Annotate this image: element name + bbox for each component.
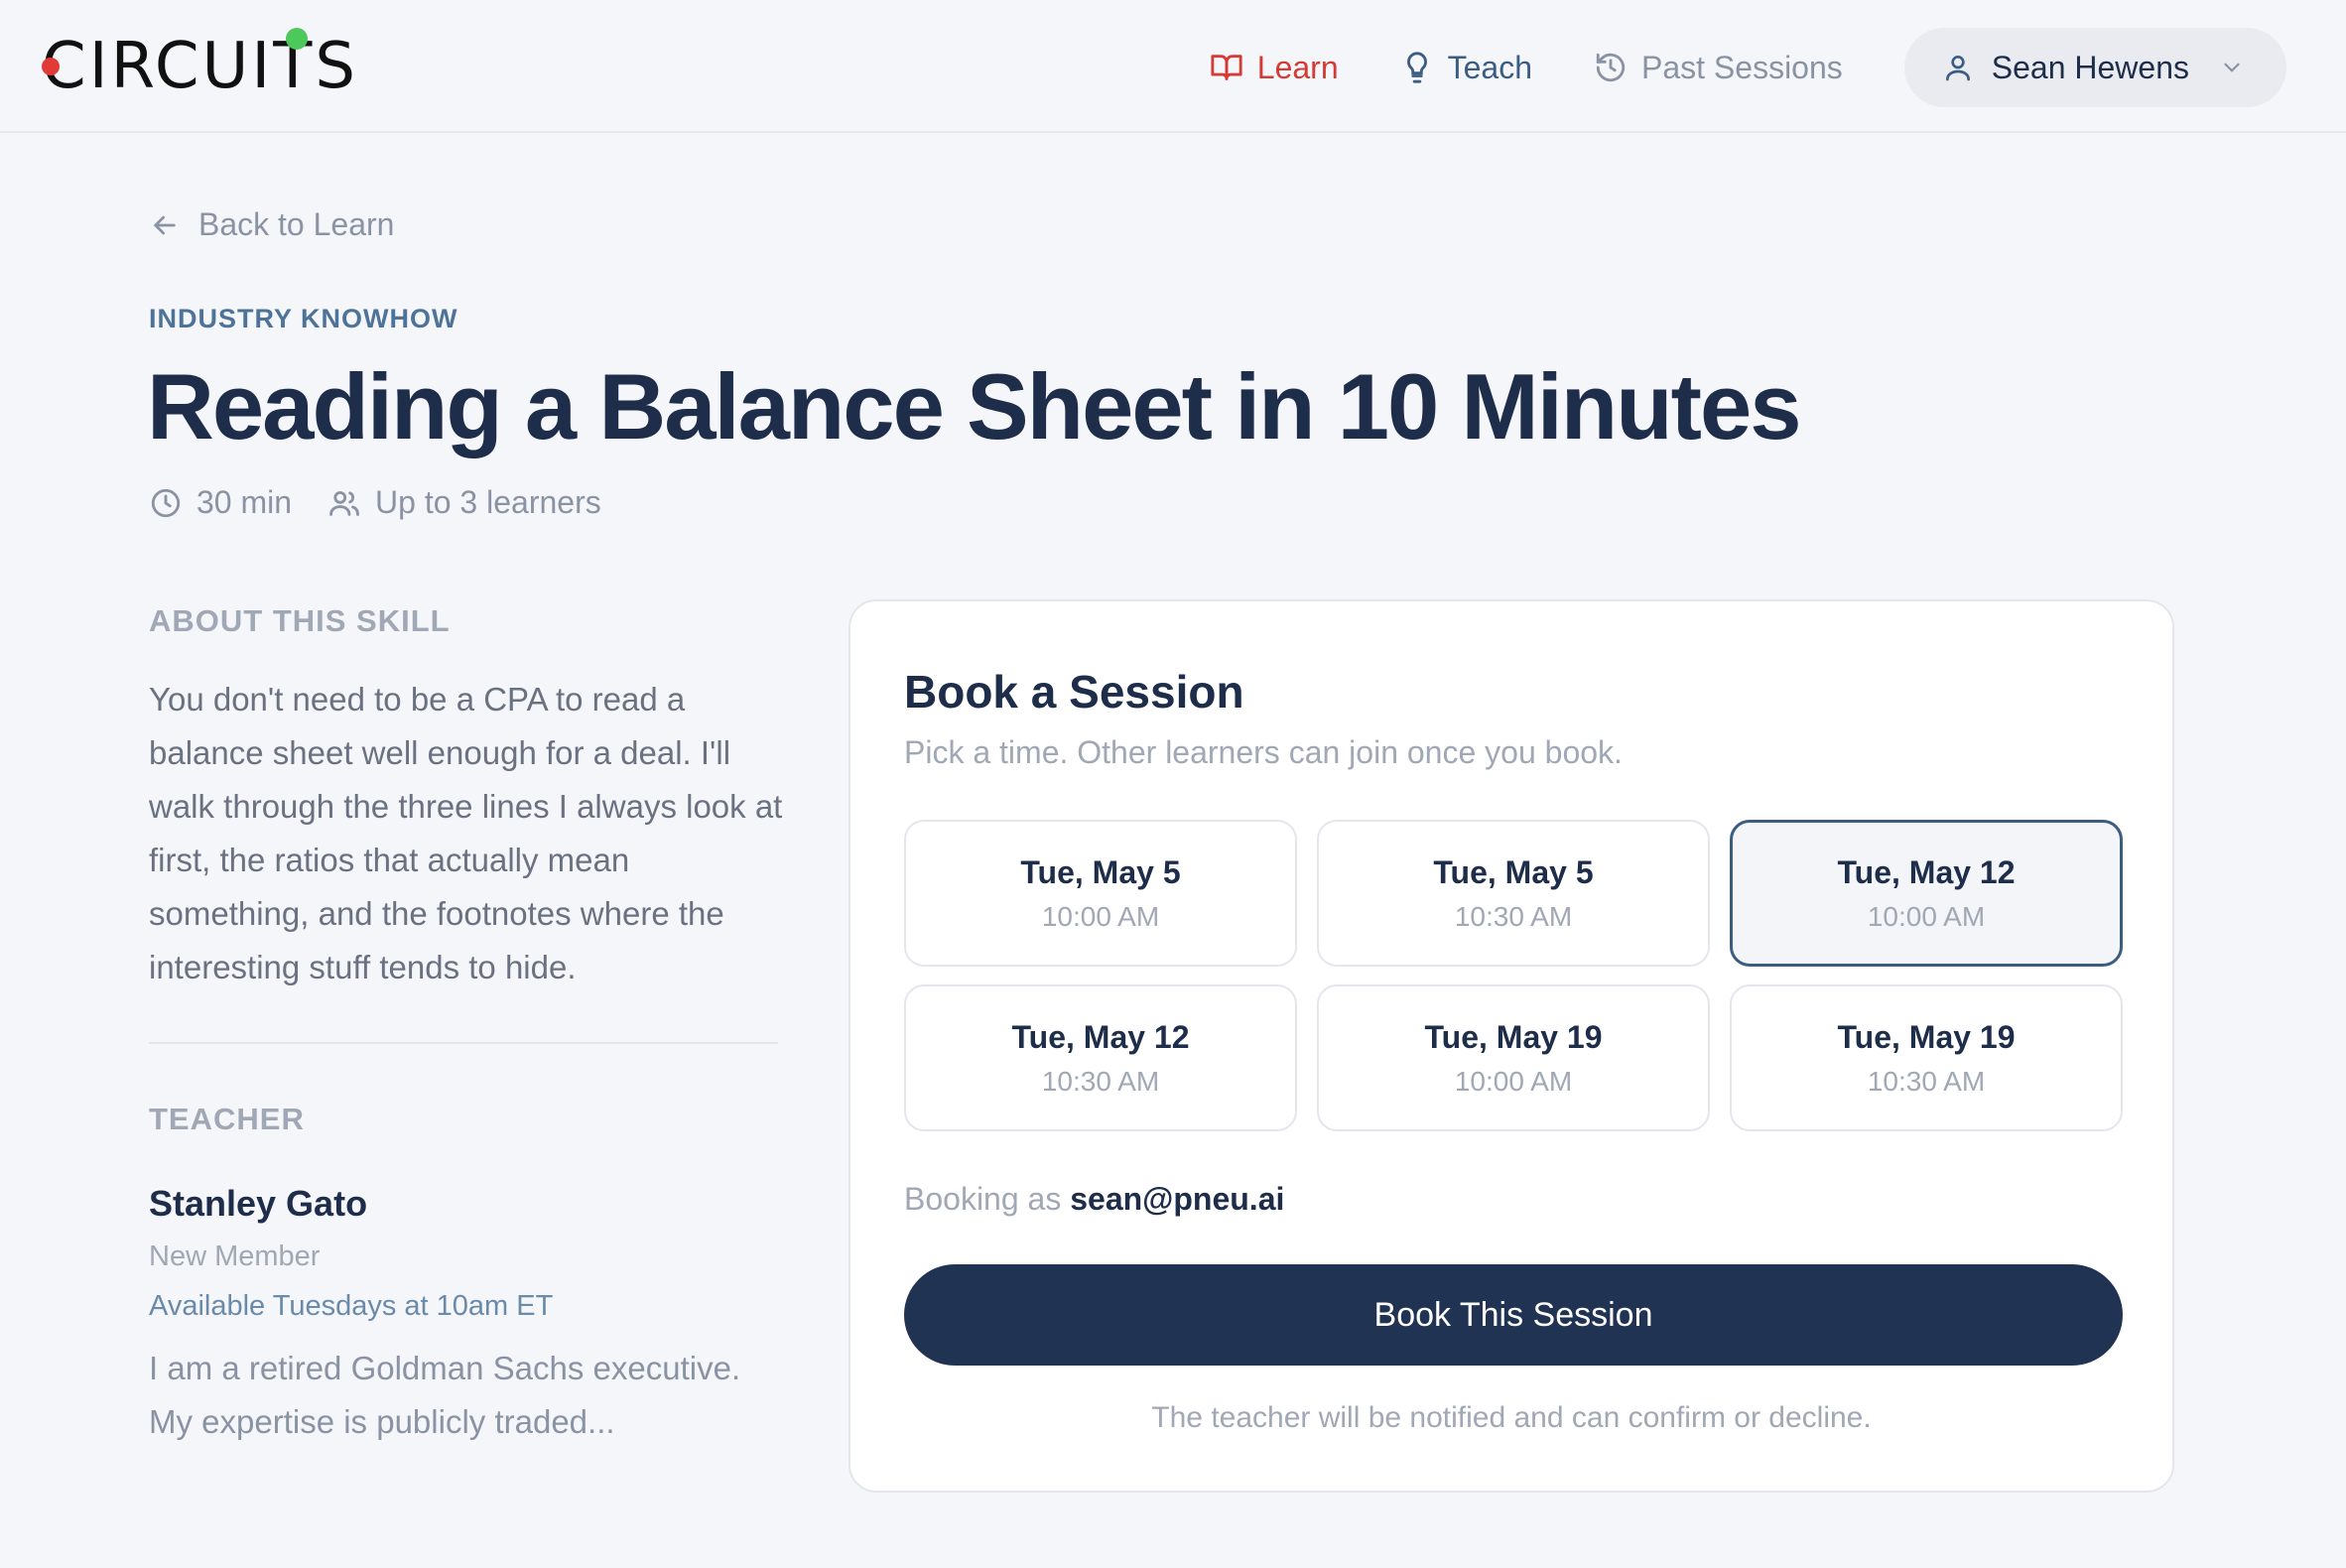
back-link-label: Back to Learn (198, 206, 395, 242)
booking-subtitle: Pick a time. Other learners can join onc… (904, 734, 1623, 770)
time-slot[interactable]: Tue, May 5 10:30 AM (1317, 820, 1710, 967)
slot-date: Tue, May 19 (1424, 1018, 1603, 1055)
duration-text: 30 min (196, 484, 293, 520)
user-name: Sean Hewens (1991, 49, 2189, 85)
booking-note: The teacher will be notified and can con… (1151, 1401, 1872, 1434)
booking-title: Book a Session (904, 666, 1244, 718)
nav-past-sessions[interactable]: Past Sessions (1594, 50, 1843, 86)
booking-as: Booking as sean@pneu.ai (904, 1181, 1284, 1218)
history-icon (1596, 53, 1626, 82)
page-title: Reading a Balance Sheet in 10 Minutes (147, 354, 1802, 458)
slot-date: Tue, May 12 (1011, 1018, 1190, 1055)
time-slot-selected[interactable]: Tue, May 12 10:00 AM (1730, 820, 2123, 967)
time-slot[interactable]: Tue, May 5 10:00 AM (904, 820, 1297, 967)
circuits-logo[interactable]: CIRCUITS (42, 28, 358, 103)
capacity: Up to 3 learners (327, 484, 601, 521)
skill-meta: 30 min Up to 3 learners (149, 484, 637, 521)
booking-as-label: Booking as (904, 1181, 1062, 1217)
nav-learn[interactable]: Learn (1210, 50, 1339, 86)
slot-time: 10:30 AM (1041, 1065, 1160, 1097)
slot-date: Tue, May 5 (1433, 853, 1594, 890)
nav-learn-label: Learn (1256, 49, 1339, 85)
about-text: You don't need to be a CPA to read a bal… (149, 681, 783, 985)
main-nav: Learn Teach Past Sessions Sean Hewens (1210, 28, 2286, 107)
capacity-text: Up to 3 learners (375, 484, 601, 520)
logo-text: CIRCUITS (42, 30, 358, 103)
about-label: ABOUT THIS SKILL (149, 603, 451, 638)
top-header: CIRCUITS Learn Teach Past Sessions Sean … (0, 0, 2346, 133)
time-slot[interactable]: Tue, May 12 10:30 AM (904, 984, 1297, 1131)
time-slot-grid: Tue, May 5 10:00 AM Tue, May 5 10:30 AM … (904, 820, 2123, 1131)
time-slot[interactable]: Tue, May 19 10:00 AM (1317, 984, 1710, 1131)
booking-email: sean@pneu.ai (1070, 1181, 1285, 1217)
user-menu[interactable]: Sean Hewens (1903, 28, 2286, 107)
teacher-role: New Member (149, 1241, 321, 1272)
user-icon (1945, 56, 1970, 81)
chevron-down-icon (2224, 63, 2240, 72)
slot-date: Tue, May 5 (1020, 853, 1181, 890)
slot-time: 10:00 AM (1041, 900, 1160, 932)
nav-past-sessions-label: Past Sessions (1641, 49, 1843, 85)
logo-red-dot (42, 58, 60, 75)
skill-category: INDUSTRY KNOWHOW (149, 304, 458, 333)
users-icon (329, 490, 359, 516)
nav-teach[interactable]: Teach (1400, 50, 1532, 86)
booking-card: Book a Session Pick a time. Other learne… (848, 599, 2174, 1493)
slot-date: Tue, May 12 (1837, 853, 2016, 890)
time-slot[interactable]: Tue, May 19 10:30 AM (1730, 984, 2123, 1131)
logo-green-dot (286, 28, 308, 50)
slot-time: 10:00 AM (1867, 900, 1986, 932)
slot-date: Tue, May 19 (1837, 1018, 2016, 1055)
slot-time: 10:30 AM (1454, 900, 1573, 932)
slot-time: 10:30 AM (1867, 1065, 1986, 1097)
teacher-availability: Available Tuesdays at 10am ET (149, 1290, 554, 1322)
book-icon (1211, 55, 1242, 80)
teacher-name: Stanley Gato (149, 1183, 368, 1224)
slot-time: 10:00 AM (1454, 1065, 1573, 1097)
teacher-bio: I am a retired Goldman Sachs executive. … (149, 1350, 741, 1440)
clock-icon (151, 488, 181, 517)
teacher-label: TEACHER (149, 1102, 305, 1136)
nav-teach-label: Teach (1447, 49, 1532, 85)
lightbulb-icon (1406, 52, 1427, 83)
back-to-learn-link[interactable]: Back to Learn (149, 206, 394, 243)
duration: 30 min (149, 484, 292, 521)
book-session-button[interactable]: Book This Session (904, 1264, 2123, 1366)
arrow-left-icon (153, 215, 176, 234)
divider (149, 1042, 778, 1044)
